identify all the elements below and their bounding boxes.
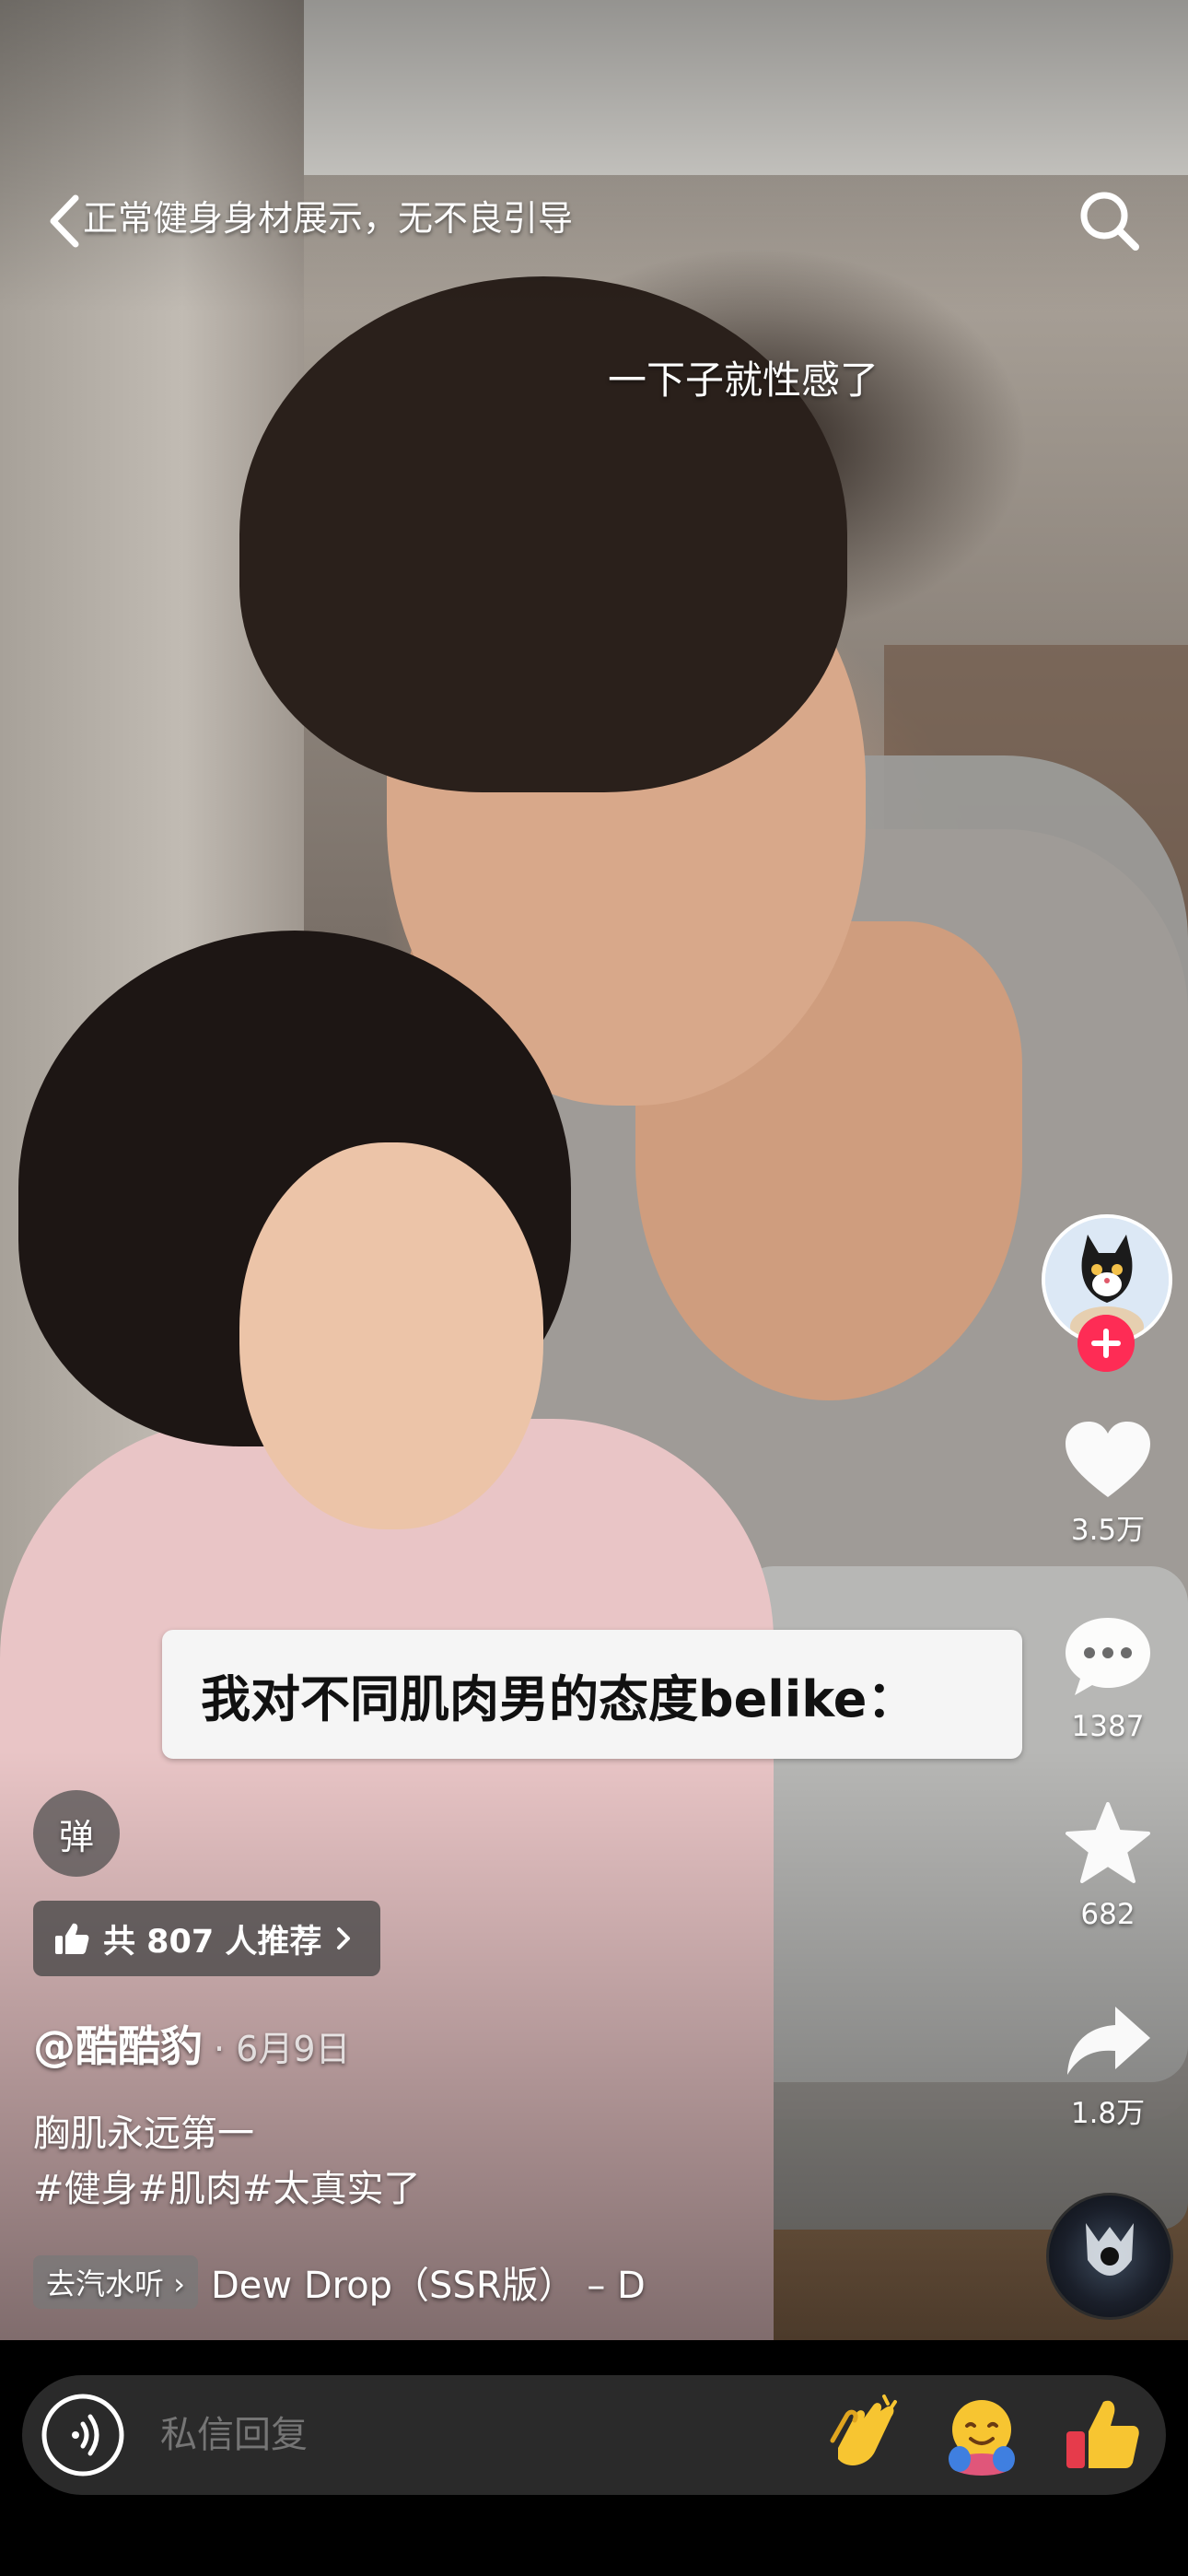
hashtag-list: #健身#肌肉#太真实了 bbox=[33, 2165, 421, 2213]
favorite-count: 682 bbox=[1080, 1898, 1136, 1931]
top-gradient bbox=[0, 0, 1188, 313]
recommend-button[interactable]: 共 807 人推荐 bbox=[33, 1901, 381, 1976]
heart-icon[interactable] bbox=[1060, 1414, 1156, 1506]
video-caption-text: 我对不同肌肉男的态度belike： bbox=[201, 1669, 917, 1728]
music-pill-label: 去汽水听 bbox=[46, 2266, 165, 2301]
comment-count: 1387 bbox=[1071, 1710, 1145, 1743]
follow-plus-icon[interactable] bbox=[1077, 1315, 1135, 1372]
author-line: @酷酷豹 · 6月9日 bbox=[33, 2013, 351, 2074]
video-player[interactable] bbox=[0, 0, 1188, 2340]
thumbs-up-emoji-icon[interactable] bbox=[1059, 2393, 1144, 2477]
star-icon[interactable] bbox=[1060, 1798, 1156, 1891]
search-icon[interactable] bbox=[1073, 184, 1147, 258]
hashtag-link[interactable]: #太真实了 bbox=[242, 2168, 421, 2210]
music-line: 去汽水听 › Dew Drop（SSR版） – D bbox=[33, 2255, 782, 2309]
share-action: 1.8万 bbox=[1034, 1997, 1182, 2132]
chevron-left-icon[interactable] bbox=[41, 189, 87, 253]
clap-emoji-icon[interactable] bbox=[820, 2393, 904, 2477]
music-cover-icon bbox=[1086, 2223, 1134, 2276]
chevron-right-icon bbox=[337, 1927, 351, 1950]
scene-man-hair bbox=[239, 276, 847, 792]
hashtag-link[interactable]: #肌肉 bbox=[138, 2168, 243, 2210]
voice-input-icon[interactable] bbox=[41, 2393, 125, 2477]
comment-action: 1387 bbox=[1034, 1610, 1182, 1745]
video-subtitle: 一下子就性感了 bbox=[608, 357, 879, 403]
music-title[interactable]: Dew Drop（SSR版） – D bbox=[211, 2255, 782, 2309]
video-caption-card: 我对不同肌肉男的态度belike： bbox=[162, 1630, 1022, 1759]
like-action: 3.5万 bbox=[1034, 1414, 1182, 1549]
thumbs-up-icon bbox=[55, 1923, 89, 1954]
share-count: 1.8万 bbox=[1070, 2097, 1146, 2130]
favorite-action: 682 bbox=[1034, 1798, 1182, 1933]
recommend-label: 共 807 人推荐 bbox=[103, 1923, 322, 1961]
open-in-qishui-button[interactable]: 去汽水听 › bbox=[33, 2255, 198, 2309]
post-description: 胸肌永远第一 bbox=[33, 2113, 254, 2155]
music-disc[interactable] bbox=[1046, 2193, 1173, 2320]
hug-emoji-icon[interactable] bbox=[939, 2393, 1024, 2477]
scene-woman-face bbox=[239, 1142, 543, 1529]
hashtag-link[interactable]: #健身 bbox=[33, 2168, 138, 2210]
danmu-toggle-button[interactable]: 弹 bbox=[33, 1790, 120, 1877]
author-name[interactable]: @酷酷豹 bbox=[33, 2013, 203, 2074]
private-reply-input[interactable] bbox=[158, 2405, 761, 2465]
page-title[interactable]: 正常健身身材展示，无不良引导 bbox=[83, 193, 573, 243]
post-date: · 6月9日 bbox=[214, 2029, 351, 2069]
share-arrow-icon[interactable] bbox=[1060, 1997, 1156, 2090]
comment-bubble-icon[interactable] bbox=[1060, 1610, 1156, 1703]
like-count: 3.5万 bbox=[1070, 1514, 1146, 1547]
